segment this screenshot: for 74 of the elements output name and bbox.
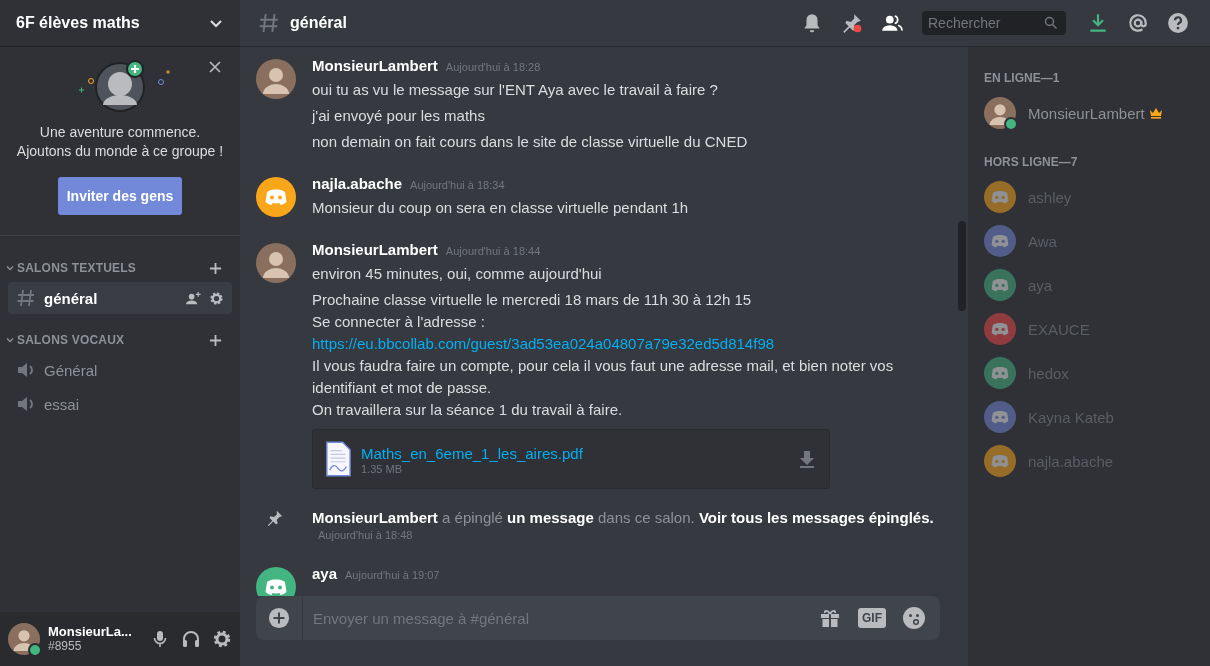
file-link[interactable]: Maths_en_6eme_1_les_aires.pdf	[361, 443, 797, 463]
download-icon[interactable]	[1087, 12, 1109, 34]
invite-text: Ajoutons du monde à ce groupe !	[16, 142, 224, 161]
message-text: non demain on fait cours dans le site de classe virtuelle du CNED	[312, 132, 748, 152]
mention-icon[interactable]	[1127, 12, 1149, 34]
channel-item[interactable]: Général	[8, 354, 232, 386]
server-name: 6F élèves maths	[16, 14, 140, 32]
close-icon[interactable]	[209, 61, 221, 73]
scrollbar[interactable]	[958, 221, 966, 311]
username: MonsieurLa...	[48, 624, 133, 639]
bell-icon[interactable]	[801, 12, 823, 34]
pin-icon[interactable]	[841, 12, 863, 34]
avatar[interactable]	[256, 177, 296, 217]
file-size: 1.35 MB	[361, 462, 403, 475]
author-name[interactable]: MonsieurLambert	[312, 241, 438, 258]
message-text: identifiant et mot de passe.	[312, 378, 493, 398]
emoji-icon[interactable]	[902, 606, 926, 630]
help-icon[interactable]	[1167, 12, 1189, 34]
hash-icon	[258, 12, 280, 34]
members-icon[interactable]	[881, 12, 903, 34]
file-icon	[325, 441, 351, 477]
timestamp: Aujourd'hui à 18:34	[410, 179, 505, 191]
timestamp: Aujourd'hui à 19:07	[345, 569, 440, 581]
channel-item[interactable]: essai	[8, 388, 232, 420]
plus-icon[interactable]	[209, 261, 222, 275]
headphones-icon[interactable]	[181, 629, 201, 649]
message-text: environ 45 minutes, oui, comme aujourd'hui	[312, 264, 603, 284]
timestamp: Aujourd'hui à 18:44	[445, 245, 541, 257]
message-text: j'ai envoyé pour les maths	[312, 106, 486, 126]
message-text: Se connecter à l'adresse :	[312, 312, 486, 332]
author-name[interactable]: najla.abache	[312, 175, 403, 192]
member-group-label: EN LIGNE—1	[984, 71, 1061, 85]
message-text: Prochaine classe virtuelle le mercredi 18 mars de 11h 30 à 12h 15	[312, 290, 753, 310]
search-field[interactable]: Rechercher	[922, 11, 1066, 35]
speaker-icon	[16, 360, 36, 380]
message-text: oui tu as vu le message sur l'ENT Aya avec le travail à faire ?	[312, 80, 719, 100]
timestamp: Aujourd'hui à 18:28	[445, 61, 541, 73]
caret-icon[interactable]	[6, 336, 14, 344]
author-name[interactable]: aya	[312, 565, 338, 582]
speaker-icon	[16, 394, 36, 414]
member-name[interactable]: MonsieurLambert	[1028, 104, 1145, 122]
channel-name: essai	[44, 395, 81, 413]
category-label[interactable]: SALONS TEXTUELS	[17, 261, 209, 275]
invite-text: Une aventure commence.	[39, 123, 201, 142]
message-text: Il vous faudra faire un compte, pour cela il vous faut une adresse mail, et bien noter vos	[312, 356, 894, 376]
gif-button[interactable]: GIF	[858, 608, 886, 628]
settings-icon[interactable]	[212, 629, 232, 649]
avatar[interactable]	[8, 623, 40, 655]
author-name[interactable]: MonsieurLambert	[312, 57, 438, 74]
message-text: Monsieur du coup on sera en classe virtuelle pendant 1h	[312, 198, 689, 218]
channel-name: général	[44, 289, 99, 307]
avatar[interactable]	[256, 59, 296, 99]
system-message: MonsieurLambert a épinglé un message dans ce salon. Voir tous les messages épinglés.	[312, 508, 934, 528]
add-member-icon[interactable]	[186, 290, 201, 306]
settings-icon[interactable]	[209, 290, 224, 306]
pin-icon	[266, 509, 284, 527]
caret-icon[interactable]	[6, 264, 14, 272]
message-text: On travaillera sur la séance 1 du travail à faire.	[312, 400, 624, 420]
avatar[interactable]	[256, 243, 296, 283]
user-tag: #8955	[48, 639, 139, 654]
add-attachment-icon[interactable]	[268, 607, 290, 629]
timestamp: Aujourd'hui à 18:48	[318, 529, 414, 541]
plus-icon[interactable]	[209, 333, 222, 347]
invite-button[interactable]: Inviter des gens	[58, 177, 182, 215]
channel-title: général	[290, 14, 347, 32]
channel-name: Général	[44, 361, 99, 379]
channel-item[interactable]: général	[8, 282, 232, 314]
search-icon	[1044, 16, 1058, 30]
server-header[interactable]: 6F élèves maths	[0, 0, 240, 47]
category-label[interactable]: SALONS VOCAUX	[17, 333, 209, 347]
download-icon[interactable]	[797, 449, 817, 469]
hash-icon	[16, 288, 36, 308]
message-link[interactable]: https://eu.bbcollab.com/guest/3ad53ea024a04807a79e32ed5d814f98	[312, 333, 894, 355]
member-group-label: HORS LIGNE—7	[984, 155, 1079, 169]
